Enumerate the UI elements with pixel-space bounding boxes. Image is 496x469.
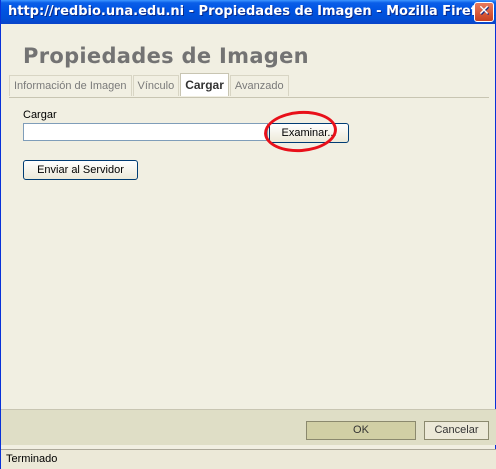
dialog-footer xyxy=(1,409,496,445)
browser-window: http://redbio.una.edu.ni - Propiedades d… xyxy=(0,0,496,469)
status-text: Terminado xyxy=(6,453,58,465)
tab-advanced[interactable]: Avanzado xyxy=(229,75,289,96)
window-title: http://redbio.una.edu.ni - Propiedades d… xyxy=(8,4,494,19)
tab-image-info[interactable]: Información de Imagen xyxy=(9,75,132,96)
tab-bar: Información de Imagen Vínculo Cargar Ava… xyxy=(9,73,290,97)
send-to-server-button[interactable]: Enviar al Servidor xyxy=(23,160,138,180)
tab-upload[interactable]: Cargar xyxy=(180,73,229,96)
dialog-title: Propiedades de Imagen xyxy=(23,44,309,68)
status-bar: Terminado xyxy=(1,449,496,469)
tab-link[interactable]: Vínculo xyxy=(132,75,180,96)
close-icon[interactable]: ✕ xyxy=(474,2,494,22)
upload-field-label: Cargar xyxy=(23,109,57,121)
ok-button[interactable]: OK xyxy=(306,421,416,440)
upload-panel xyxy=(9,97,489,409)
browse-button[interactable]: Examinar... xyxy=(269,123,349,143)
window-titlebar[interactable]: http://redbio.una.edu.ni - Propiedades d… xyxy=(1,0,496,24)
cancel-button[interactable]: Cancelar xyxy=(424,421,489,440)
file-path-input[interactable] xyxy=(23,123,268,141)
